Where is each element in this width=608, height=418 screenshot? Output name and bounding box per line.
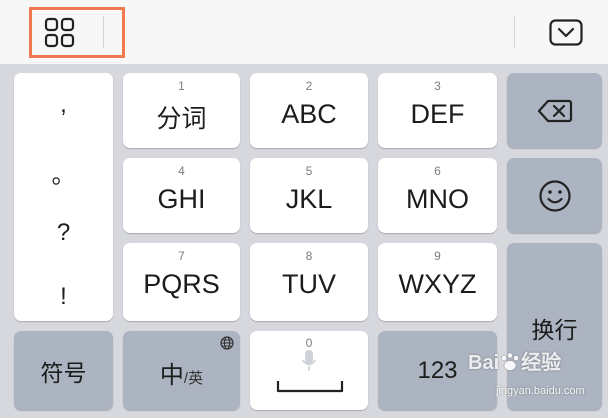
space-key[interactable]: 0 [250,331,368,410]
key-5[interactable]: 5 JKL [250,158,368,233]
microphone-icon [301,349,317,378]
watermark-suffix-text: 经验 [521,352,562,374]
key-6[interactable]: 6 MNO [378,158,497,233]
key-label: ABC [281,99,337,129]
key-number: 7 [178,249,185,263]
symbols-key[interactable]: 符号 [14,331,113,410]
punct-period[interactable]: 。 [14,155,113,190]
backspace-icon [537,99,573,128]
paw-icon [499,352,521,372]
key-label: JKL [285,184,333,214]
key-number: 2 [305,79,313,93]
key-label: WXYZ [398,269,477,299]
key-number: 4 [178,164,185,178]
language-primary: 中 [159,362,184,389]
keyboard-toolbar [0,0,608,65]
language-secondary: /英 [183,370,204,387]
toolbar-divider [514,16,515,48]
backspace-key[interactable] [507,73,602,148]
key-label: MNO [406,184,469,214]
globe-icon [220,336,234,355]
key-number: 8 [305,249,313,263]
punct-comma[interactable]: , [14,91,113,119]
toolbar-divider [103,16,104,48]
grid-four-icon[interactable] [44,17,76,49]
punct-question[interactable]: ? [14,219,113,247]
symbols-label: 符号 [40,359,87,386]
language-label: 中/英 [123,355,240,390]
watermark-brand: Bai 经验 [468,346,561,375]
key-label: GHI [157,184,206,214]
key-label: PQRS [143,269,220,299]
space-bar-icon [276,379,344,398]
key-number: 3 [434,79,441,93]
chevron-down-icon[interactable] [549,19,583,47]
key-number: 6 [434,164,441,178]
punct-exclamation[interactable]: ! [14,283,113,311]
key-2[interactable]: 2 ABC [250,73,368,148]
enter-label: 换行 [531,317,578,343]
key-label: DEF [410,99,465,129]
key-label: 分词 [156,105,207,133]
punctuation-column[interactable]: , 。 ? ! [14,73,113,321]
space-number: 0 [305,336,313,350]
emoji-key[interactable] [507,158,602,233]
watermark-brand-text: Bai [468,352,500,374]
key-number: 9 [434,249,441,263]
key-7[interactable]: 7 PQRS [123,243,240,321]
key-label: TUV [282,269,336,299]
watermark-url: jingyan.baidu.com [496,385,585,397]
key-9[interactable]: 9 WXYZ [378,243,497,321]
key-4[interactable]: 4 GHI [123,158,240,233]
smiley-icon [538,179,572,218]
key-8[interactable]: 8 TUV [250,243,368,321]
key-number: 1 [178,79,185,93]
key-number: 5 [305,164,313,178]
language-switch-key[interactable]: 中/英 [123,331,240,410]
key-1[interactable]: 1 分词 [123,73,240,148]
key-3[interactable]: 3 DEF [378,73,497,148]
